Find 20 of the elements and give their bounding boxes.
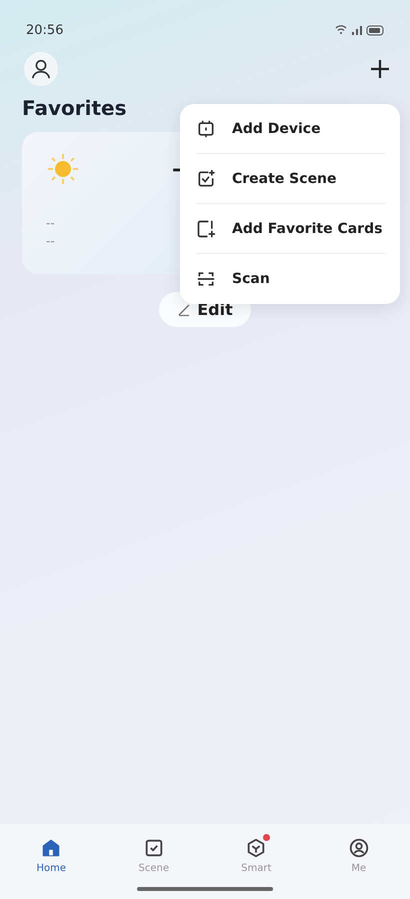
add-icon[interactable] xyxy=(370,59,390,79)
menu-item[interactable]: Create Scene xyxy=(196,154,386,204)
status-icons xyxy=(334,24,386,36)
status-time: 20:56 xyxy=(26,22,64,38)
nav-tab[interactable]: Home xyxy=(21,836,82,875)
weather-placeholder: -- xyxy=(46,216,55,230)
pencil-icon xyxy=(177,302,192,316)
page-title: Favorites xyxy=(21,95,128,120)
card-plus-icon xyxy=(196,218,216,238)
avatar-button[interactable] xyxy=(24,52,58,86)
device-icon xyxy=(196,118,216,138)
weather-placeholder: -- xyxy=(46,234,55,248)
home-icon xyxy=(40,837,62,859)
person-icon xyxy=(30,58,52,80)
checkbox-sparkle-icon xyxy=(196,168,216,188)
profile-icon xyxy=(348,837,370,859)
menu-item[interactable]: Add Device xyxy=(196,104,386,154)
sun-icon xyxy=(46,152,80,186)
menu-item[interactable]: Add Favorite Cards xyxy=(196,204,386,254)
cube-icon xyxy=(245,837,268,859)
